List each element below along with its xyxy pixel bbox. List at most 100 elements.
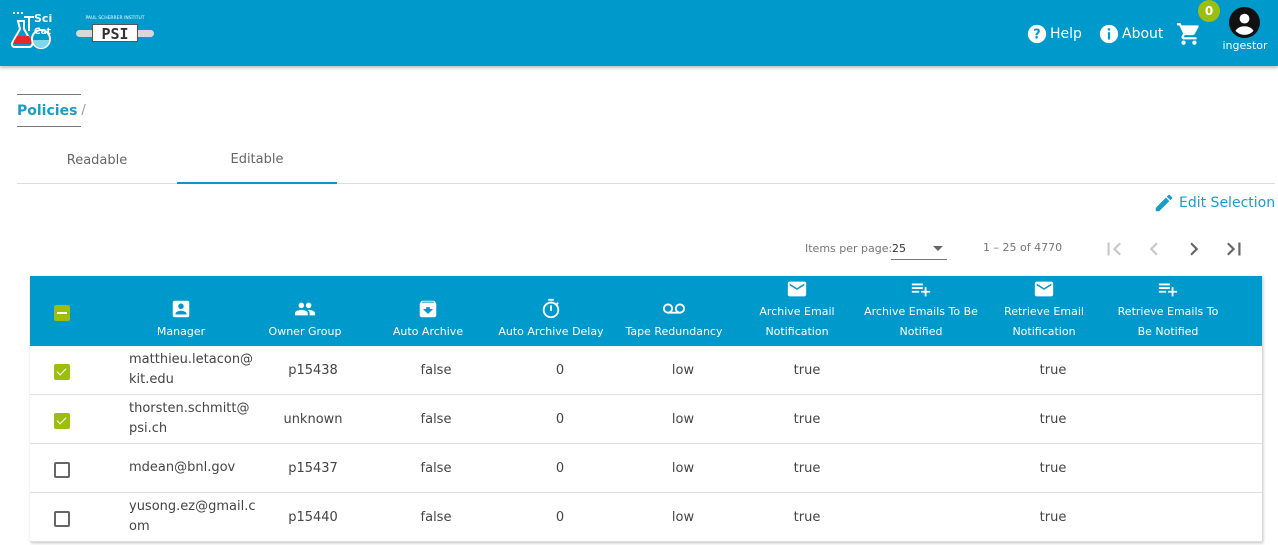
- table-body: matthieu.letacon@kit.edu p15438 false 0 low t…: [30, 346, 1262, 542]
- cell-archive-email-notification: true: [793, 362, 821, 378]
- breadcrumb-separator: /: [81, 103, 86, 118]
- help-label: Help: [1050, 26, 1082, 42]
- svg-text:PAUL SCHERRER INSTITUT: PAUL SCHERRER INSTITUT: [85, 15, 144, 21]
- cell-retrieve-email-notification: true: [1039, 362, 1067, 378]
- column-header-retrieve-emails-to-be-notified[interactable]: Retrieve Emails To Be Notified: [1108, 276, 1228, 346]
- cell-archive-emails-to-be-notified: [870, 444, 990, 492]
- cell-auto-archive-delay: 0: [555, 411, 565, 427]
- cell-auto-archive-delay: 0: [555, 509, 565, 525]
- cell-auto-archive-delay: 0: [555, 362, 565, 378]
- breadcrumb: Policies /: [17, 94, 86, 127]
- cell-auto-archive: false: [420, 509, 452, 525]
- cell-auto-archive-delay: 0: [555, 460, 565, 476]
- items-per-page-value: 25: [892, 242, 906, 255]
- cell-retrieve-emails-to-be-notified: [1116, 346, 1236, 394]
- cell-tape-redundancy: low: [671, 509, 695, 525]
- edit-selection-label: Edit Selection: [1179, 195, 1276, 211]
- previous-page-button[interactable]: [1141, 236, 1167, 262]
- cell-manager: yusong.ez@gmail.com: [129, 499, 256, 534]
- cell-owner-group: p15437: [288, 460, 338, 476]
- column-label: Archive Email Notification: [759, 305, 835, 338]
- items-per-page-select[interactable]: 25: [891, 238, 947, 260]
- column-label: Tape Redundancy: [625, 325, 723, 338]
- policies-table: Manager Owner Group Auto Archive Auto Ar…: [30, 276, 1262, 542]
- svg-text:Sci: Sci: [34, 12, 52, 25]
- last-page-button[interactable]: [1221, 236, 1247, 262]
- column-label: Retrieve Email Notification: [1004, 305, 1084, 338]
- cell-auto-archive: false: [420, 362, 452, 378]
- help-icon: ?: [1027, 24, 1047, 44]
- cell-retrieve-email-notification: true: [1039, 509, 1067, 525]
- top-navbar: Sci Cat PAUL SCHERRER INSTITUT PSI ? Hel…: [0, 0, 1278, 66]
- voicemail-icon: [663, 303, 685, 314]
- next-page-button[interactable]: [1181, 236, 1207, 262]
- first-page-button[interactable]: [1101, 236, 1127, 262]
- column-label: Manager: [156, 325, 206, 338]
- about-link[interactable]: About: [1098, 22, 1163, 46]
- table-row[interactable]: yusong.ez@gmail.com p15440 false 0 low true tr…: [30, 493, 1262, 542]
- playlist-add-icon: [1158, 283, 1178, 297]
- row-select-checkbox[interactable]: [54, 462, 70, 478]
- account-circle-icon[interactable]: [1229, 7, 1260, 38]
- row-select-checkbox[interactable]: [54, 511, 70, 527]
- user-name: ingestor: [1222, 39, 1268, 52]
- pencil-icon: [1155, 194, 1173, 212]
- cell-retrieve-email-notification: true: [1039, 460, 1067, 476]
- column-header-auto-archive-delay[interactable]: Auto Archive Delay: [491, 276, 611, 346]
- tab-bar: Readable Editable: [17, 137, 1275, 184]
- cell-tape-redundancy: low: [671, 460, 695, 476]
- dropdown-arrow-icon: [933, 246, 943, 251]
- cell-retrieve-email-notification: true: [1039, 411, 1067, 427]
- breadcrumb-policies[interactable]: Policies: [17, 103, 77, 119]
- column-header-archive-email-notification[interactable]: Archive Email Notification: [737, 276, 857, 346]
- cell-manager: thorsten.schmitt@psi.ch: [129, 401, 250, 436]
- scicat-logo[interactable]: Sci Cat: [10, 9, 56, 51]
- cell-owner-group: p15440: [288, 509, 338, 525]
- row-select-checkbox[interactable]: [54, 413, 70, 429]
- select-all-checkbox[interactable]: [54, 305, 70, 321]
- tab-editable[interactable]: Editable: [177, 137, 337, 184]
- row-select-checkbox[interactable]: [54, 364, 70, 380]
- first-page-icon: [1107, 242, 1121, 256]
- cell-tape-redundancy: low: [671, 411, 695, 427]
- tab-readable[interactable]: Readable: [17, 137, 177, 183]
- cell-archive-emails-to-be-notified: [870, 395, 990, 443]
- edit-selection-button[interactable]: Edit Selection: [1153, 192, 1275, 214]
- table-row[interactable]: matthieu.letacon@kit.edu p15438 false 0 low t…: [30, 346, 1262, 395]
- cart-count-badge: 0: [1198, 0, 1220, 22]
- cell-retrieve-emails-to-be-notified: [1116, 444, 1236, 492]
- chevron-right-icon: [1190, 242, 1199, 256]
- table-row[interactable]: thorsten.schmitt@psi.ch unknown false 0 low t…: [30, 395, 1262, 444]
- column-header-archive-emails-to-be-notified[interactable]: Archive Emails To Be Notified: [860, 276, 982, 346]
- column-label: Retrieve Emails To Be Notified: [1117, 305, 1219, 338]
- column-header-owner-group[interactable]: Owner Group: [245, 276, 365, 346]
- column-header-manager[interactable]: Manager: [121, 276, 241, 346]
- column-header-tape-redundancy[interactable]: Tape Redundancy: [614, 276, 734, 346]
- cell-tape-redundancy: low: [671, 362, 695, 378]
- cell-archive-email-notification: true: [793, 411, 821, 427]
- email-icon: [1034, 281, 1054, 297]
- cell-manager: mdean@bnl.gov: [129, 460, 236, 475]
- column-header-retrieve-email-notification[interactable]: Retrieve Email Notification: [984, 276, 1104, 346]
- email-icon: [787, 281, 807, 297]
- cell-retrieve-emails-to-be-notified: [1116, 395, 1236, 443]
- cell-retrieve-emails-to-be-notified: [1116, 493, 1236, 541]
- page-range-label: 1 – 25 of 4770: [983, 241, 1063, 254]
- table-row[interactable]: mdean@bnl.gov p15437 false 0 low true true: [30, 444, 1262, 493]
- cart-icon[interactable]: [1176, 21, 1202, 47]
- cell-auto-archive: false: [420, 411, 452, 427]
- psi-logo[interactable]: PAUL SCHERRER INSTITUT PSI: [75, 13, 155, 45]
- svg-text:?: ?: [1033, 28, 1040, 43]
- svg-text:PSI: PSI: [101, 25, 128, 43]
- column-header-auto-archive[interactable]: Auto Archive: [368, 276, 488, 346]
- info-icon: [1099, 24, 1119, 44]
- column-label: Owner Group: [268, 325, 342, 338]
- help-link[interactable]: ? Help: [1026, 22, 1082, 46]
- column-label: Archive Emails To Be Notified: [864, 305, 978, 338]
- last-page-icon: [1227, 242, 1241, 256]
- column-label: Auto Archive Delay: [498, 325, 604, 338]
- items-per-page-label: Items per page:: [805, 242, 893, 255]
- table-header: Manager Owner Group Auto Archive Auto Ar…: [30, 276, 1262, 346]
- chevron-left-icon: [1149, 242, 1158, 256]
- cell-archive-emails-to-be-notified: [870, 346, 990, 394]
